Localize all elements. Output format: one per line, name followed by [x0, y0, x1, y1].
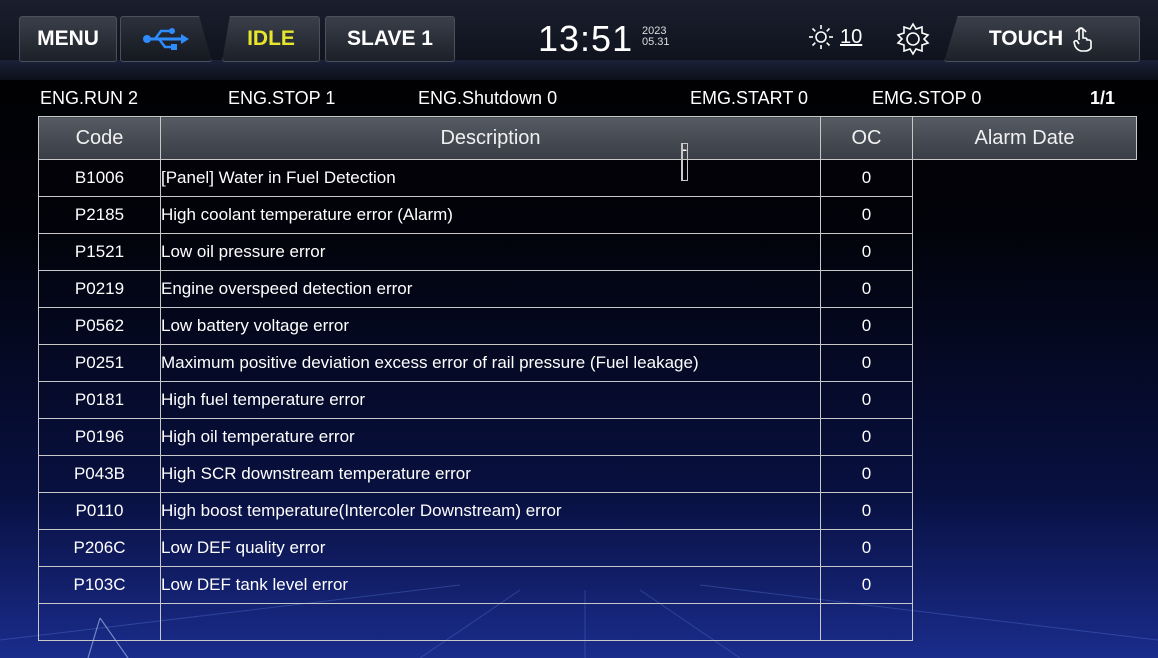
page-indicator: 1/1 [1090, 88, 1116, 108]
alarm-code: P0110 [38, 492, 161, 530]
usb-button[interactable] [120, 16, 212, 62]
header-description: Description [160, 116, 821, 160]
eng-stop-counter: ENG.STOP 1 [228, 88, 336, 108]
table-row[interactable]: P0251 Maximum positive deviation excess e… [38, 141, 1137, 382]
alarm-oc: 0 [820, 233, 913, 271]
table-row[interactable]: P2185 High coolant temperature error (Ala… [38, 141, 1137, 234]
alarm-description: High SCR downstream temperature error [160, 455, 821, 493]
alarm-code: P0562 [38, 307, 161, 345]
alarm-code: P103C [38, 566, 161, 604]
touch-hand-icon [1073, 27, 1092, 52]
touch-label: TOUCH [988, 27, 1064, 50]
alarm-description: Low battery voltage error [160, 307, 821, 345]
clock-month-day: 05.31 [642, 36, 670, 48]
alarm-oc [820, 603, 913, 641]
alarm-oc: 0 [820, 159, 913, 197]
alarm-date [680, 142, 683, 181]
alarm-description: High oil temperature error [160, 418, 821, 456]
top-bar-shine [0, 60, 1158, 80]
alarm-table-header: Code Description OC Alarm Date [38, 116, 1137, 160]
alarm-oc: 0 [820, 307, 913, 345]
alarm-code: P1521 [38, 233, 161, 271]
eng-shutdown-counter: ENG.Shutdown 0 [418, 88, 558, 108]
alarm-description: [Panel] Water in Fuel Detection [160, 159, 821, 197]
table-row[interactable]: P1521 Low oil pressure error 0- [38, 141, 1137, 271]
alarm-code: P2185 [38, 196, 161, 234]
table-row[interactable]: P0219 Engine overspeed detection error 0- [38, 141, 1137, 308]
alarm-oc: 0 [820, 270, 913, 308]
slave-button[interactable]: SLAVE 1 [325, 16, 455, 62]
engine-status-row: ENG.RUN 2 ENG.STOP 1 ENG.Shutdown 0 EMG.… [0, 86, 1158, 114]
menu-button[interactable]: MENU [19, 16, 117, 62]
alarm-code: P0251 [38, 344, 161, 382]
alarm-description [160, 603, 821, 641]
table-row[interactable]: P0196 High oil temperature error 0- [38, 141, 1137, 456]
alarm-code: B1006 [38, 159, 161, 197]
alarm-table: Code Description OC Alarm Date B1006 [Pan… [38, 116, 1137, 641]
alarm-description: Low DEF quality error [160, 529, 821, 567]
clock-time: 13:51 [538, 18, 634, 59]
alarm-code: P0196 [38, 418, 161, 456]
alarm-description: High boost temperature(Intercoler Downst… [160, 492, 821, 530]
alarm-oc: 0 [820, 381, 913, 419]
top-bar: MENU IDLE SLAVE 1 13:51 2023 05.31 10 TO… [0, 0, 1158, 80]
alarm-oc: 0 [820, 566, 913, 604]
emg-start-counter: EMG.START 0 [690, 88, 809, 108]
table-row[interactable]: P0181 High fuel temperature error 0- [38, 141, 1137, 419]
table-row-empty [38, 142, 1137, 641]
alarm-oc: 0 [820, 344, 913, 382]
clock-date: 2023 05.31 [642, 26, 670, 48]
alarm-oc: 0 [820, 196, 913, 234]
table-row[interactable]: P0110 High boost temperature(Intercoler D… [38, 141, 1137, 530]
idle-status-button[interactable]: IDLE [222, 16, 320, 62]
alarm-description: Low oil pressure error [160, 233, 821, 271]
alarm-description: Low DEF tank level error [160, 566, 821, 604]
table-row[interactable]: P0562 Low battery voltage error 0- [38, 141, 1137, 345]
alarm-oc: 0 [820, 455, 913, 493]
alarm-oc: 0 [820, 529, 913, 567]
brightness-value: 10 [840, 25, 863, 48]
alarm-description: High fuel temperature error [160, 381, 821, 419]
alarm-code: P0181 [38, 381, 161, 419]
alarm-code: P0219 [38, 270, 161, 308]
alarm-oc: 0 [820, 418, 913, 456]
alarm-description: Engine overspeed detection error [160, 270, 821, 308]
alarm-oc: 0 [820, 492, 913, 530]
brightness-icon [809, 25, 833, 49]
header-alarm-date: Alarm Date [912, 116, 1137, 160]
table-row[interactable]: P206C Low DEF quality error 0- [38, 141, 1137, 567]
alarm-code: P206C [38, 529, 161, 567]
header-code: Code [38, 116, 161, 160]
alarm-description: High coolant temperature error (Alarm) [160, 196, 821, 234]
table-row[interactable]: P103C Low DEF tank level error 0- [38, 141, 1137, 604]
settings-icon[interactable] [896, 22, 930, 56]
emg-stop-counter: EMG.STOP 0 [872, 88, 982, 108]
brightness-control[interactable]: 10 [808, 22, 862, 52]
eng-run-counter: ENG.RUN 2 [40, 88, 139, 108]
touch-button[interactable]: TOUCH [944, 16, 1140, 62]
table-row[interactable]: B1006 [Panel] Water in Fuel Detection 0- [38, 141, 1137, 197]
usb-icon [143, 28, 189, 50]
alarm-code [38, 603, 161, 641]
table-row[interactable]: P043B High SCR downstream temperature err… [38, 141, 1137, 493]
alarm-description: Maximum positive deviation excess error … [160, 344, 821, 382]
alarm-code: P043B [38, 455, 161, 493]
header-oc: OC [820, 116, 913, 160]
